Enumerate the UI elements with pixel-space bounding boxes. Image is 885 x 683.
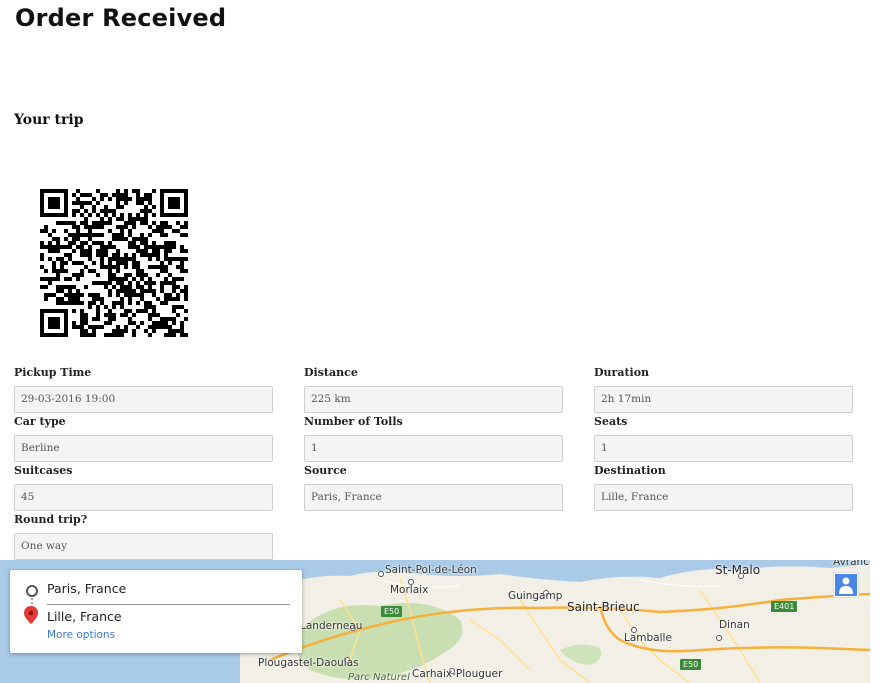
- directions-destination[interactable]: Lille, France: [47, 609, 122, 624]
- trip-heading: Your trip: [14, 112, 84, 128]
- road-shield-e401: E401: [771, 601, 798, 612]
- place-plougastel-daoulas: Plougastel-Daoulas: [258, 657, 359, 669]
- car-type-field[interactable]: Berline: [14, 435, 273, 462]
- tolls-label: Number of Tolls: [304, 415, 403, 428]
- place-avranch: Avranch: [833, 560, 870, 568]
- pickup-time-label: Pickup Time: [14, 366, 92, 379]
- place-saint-pol-de-leon: Saint-Pol-de-Léon: [385, 564, 477, 576]
- place-parc-naturel: Parc Naturel: [348, 672, 410, 683]
- road-shield-e50: E50: [381, 606, 403, 617]
- place-landerneau: Landerneau: [300, 620, 363, 632]
- directions-panel: Paris, France Lille, France More options: [10, 570, 302, 653]
- seats-field[interactable]: 1: [594, 435, 853, 462]
- directions-origin[interactable]: Paris, France: [47, 581, 126, 596]
- place-st-malo: St-Malo: [715, 563, 761, 577]
- duration-field[interactable]: 2h 17min: [594, 386, 853, 413]
- round-trip-label: Round trip?: [14, 513, 88, 526]
- seats-label: Seats: [594, 415, 628, 428]
- round-trip-field[interactable]: One way: [14, 533, 273, 560]
- suitcases-field[interactable]: 45: [14, 484, 273, 511]
- pegman-icon[interactable]: [833, 572, 859, 598]
- map-pin-icon: [24, 606, 38, 624]
- place-dinan: Dinan: [719, 619, 750, 631]
- directions-divider: [47, 604, 290, 605]
- source-label: Source: [304, 464, 347, 477]
- page-title: Order Received: [15, 4, 227, 32]
- place-lamballe: Lamballe: [624, 632, 672, 644]
- distance-label: Distance: [304, 366, 358, 379]
- duration-label: Duration: [594, 366, 650, 379]
- place-carhaix-plouguer: Carhaix-Plouguer: [412, 668, 503, 680]
- pickup-time-field[interactable]: 29-03-2016 19:00: [14, 386, 273, 413]
- place-morlaix: Morlaix: [390, 584, 429, 596]
- more-options-link[interactable]: More options: [47, 629, 115, 641]
- distance-field[interactable]: 225 km: [304, 386, 563, 413]
- destination-field[interactable]: Lille, France: [594, 484, 853, 511]
- suitcases-label: Suitcases: [14, 464, 73, 477]
- place-saint-brieuc: Saint-Brieuc: [567, 600, 640, 614]
- qr-code: [40, 189, 188, 337]
- street-view-figure: [835, 574, 857, 596]
- destination-label: Destination: [594, 464, 666, 477]
- car-type-label: Car type: [14, 415, 66, 428]
- road-shield-e50-east: E50: [680, 659, 702, 670]
- tolls-field[interactable]: 1: [304, 435, 563, 462]
- circle-icon: [26, 585, 38, 597]
- source-field[interactable]: Paris, France: [304, 484, 563, 511]
- place-guingamp: Guingamp: [508, 590, 563, 602]
